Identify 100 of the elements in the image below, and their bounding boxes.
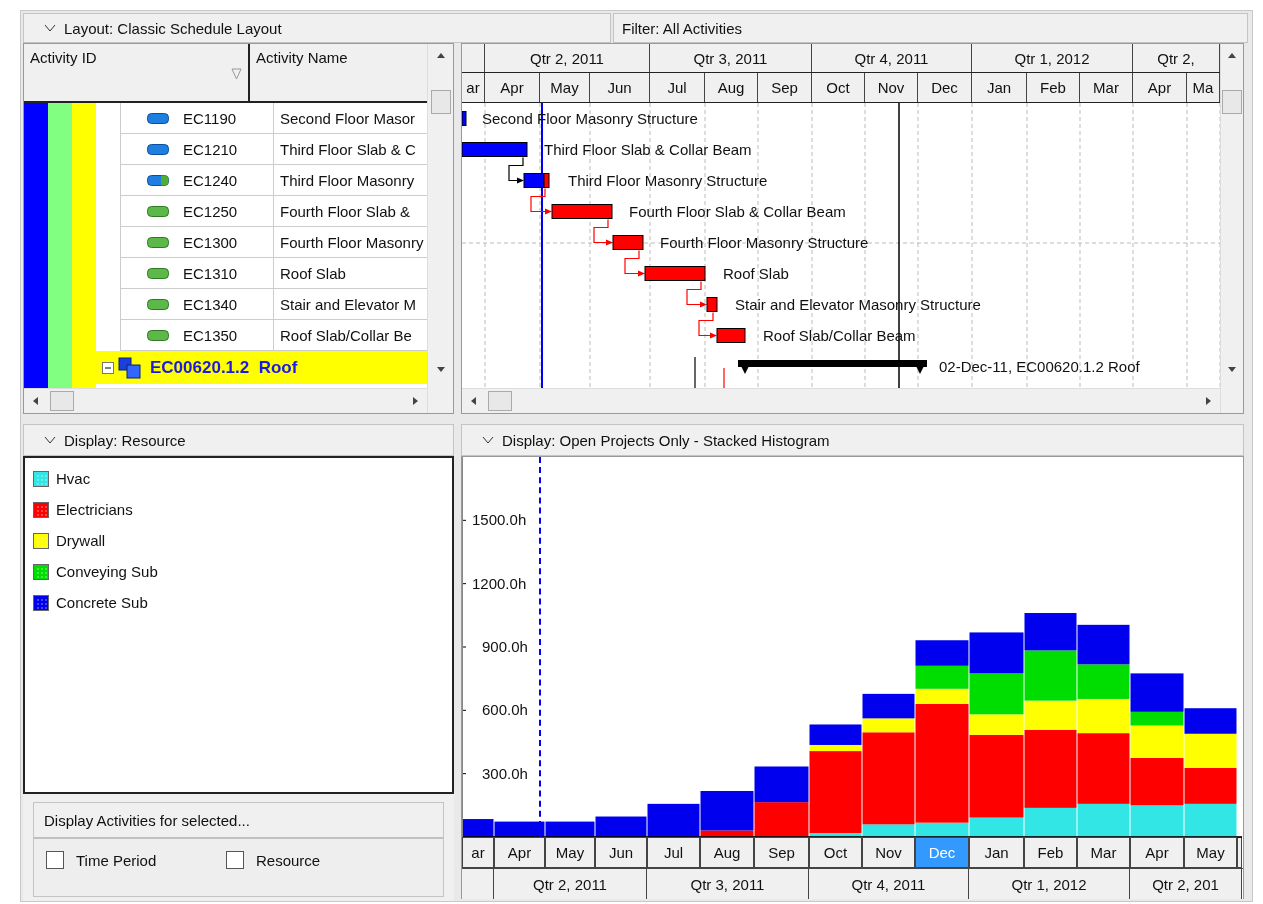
- activity-id-cell[interactable]: EC1210: [120, 134, 274, 164]
- month-label: Apr: [1145, 844, 1169, 861]
- timescale-month[interactable]: [809, 837, 862, 868]
- scroll-left-icon[interactable]: [32, 396, 40, 406]
- activity-name-cell-text: Fourth Floor Masonry: [279, 232, 425, 253]
- scroll-up-icon[interactable]: [1227, 52, 1237, 60]
- activity-id-cell[interactable]: EC1310: [120, 258, 274, 288]
- activity-bar[interactable]: [644, 266, 706, 281]
- activity-id-cell[interactable]: EC1350: [120, 320, 274, 350]
- timescale-month: Sep: [758, 73, 812, 102]
- dependency-line: [723, 367, 725, 388]
- timescale-month[interactable]: [1130, 837, 1184, 868]
- timescale-month[interactable]: [1077, 837, 1130, 868]
- stacked-squares-icon: [118, 356, 142, 379]
- timescale-month[interactable]: [595, 837, 647, 868]
- panel-header[interactable]: Display: Open Projects Only - Stacked Histogram: [461, 424, 1244, 456]
- activity-id-cell[interactable]: EC1340: [120, 289, 274, 319]
- horizontal-scrollbar[interactable]: [462, 388, 1220, 413]
- dependency-arrow: [508, 156, 524, 184]
- timescale-month[interactable]: [754, 837, 809, 868]
- timescale-month[interactable]: [700, 837, 754, 868]
- timescale-month: Ma: [1187, 73, 1220, 102]
- resource-name[interactable]: Conveying Sub: [56, 563, 158, 580]
- layout-header[interactable]: Layout: Classic Schedule Layout: [23, 13, 611, 43]
- timescale-month[interactable]: [647, 837, 700, 868]
- dependency-arrow: [698, 311, 717, 339]
- timescale-month: Dec: [918, 73, 972, 102]
- axis-tick-label: 1200.0h: [472, 574, 527, 592]
- timescale-month[interactable]: [862, 837, 915, 868]
- collapse-icon[interactable]: [102, 361, 114, 374]
- scroll-right-icon[interactable]: [411, 396, 419, 406]
- timescale-month[interactable]: [545, 837, 595, 868]
- panel-header[interactable]: Display: Resource: [23, 424, 454, 456]
- activity-bar[interactable]: [716, 328, 746, 343]
- timescale-month[interactable]: [462, 837, 494, 868]
- timescale-month: Apr: [485, 73, 540, 102]
- filter-label[interactable]: Filter: All Activities: [613, 13, 1248, 43]
- axis-tick: [462, 709, 467, 711]
- activity-bar[interactable]: [462, 111, 467, 126]
- checkbox[interactable]: [46, 851, 64, 869]
- scroll-down-icon[interactable]: [1227, 365, 1237, 373]
- axis-tick-label: 900.0h: [482, 638, 528, 655]
- vertical-scrollbar[interactable]: [427, 44, 453, 413]
- resource-name[interactable]: Hvac: [56, 470, 91, 487]
- dependency-arrow: [593, 218, 613, 246]
- activity-name-cell-text: Roof Slab: [279, 263, 347, 284]
- column-header[interactable]: Activity ID: [24, 44, 250, 101]
- scroll-right-icon[interactable]: [1204, 396, 1212, 406]
- timescale-quarter: Qtr 4, 2011: [809, 869, 969, 899]
- timescale-month: May: [540, 73, 590, 102]
- timescale-month: Aug: [705, 73, 758, 102]
- vertical-scrollbar[interactable]: [1220, 44, 1243, 413]
- resource-name[interactable]: Electricians: [56, 501, 133, 518]
- activity-bar[interactable]: [523, 173, 550, 188]
- activity-name-cell-text: Stair and Elevator M: [279, 294, 417, 315]
- summary-bar[interactable]: [738, 360, 927, 374]
- month-label: Feb: [1037, 844, 1064, 861]
- timescale-month[interactable]: [915, 837, 969, 868]
- column-header[interactable]: Activity Name: [250, 44, 427, 101]
- activity-id-cell[interactable]: EC1190: [120, 103, 274, 133]
- wbs-summary-row[interactable]: EC00620.1.2 Roof: [96, 351, 427, 384]
- timescale-month[interactable]: [969, 837, 1024, 868]
- activity-bar[interactable]: [612, 235, 644, 250]
- activity-bar[interactable]: [551, 204, 613, 219]
- activity-name-cell-text: Third Floor Masonry: [279, 170, 416, 191]
- timescale-month: Apr: [1133, 73, 1187, 102]
- activity-id-cell[interactable]: EC1250: [120, 196, 274, 226]
- bar-label: Roof Slab: [723, 264, 789, 282]
- timescale-month[interactable]: [494, 837, 545, 868]
- axis-tick-label: 600.0h: [482, 701, 528, 719]
- timescale-month[interactable]: [1024, 837, 1077, 868]
- scroll-up-icon[interactable]: [435, 52, 446, 60]
- dependency-arrow: [686, 280, 707, 308]
- scrollbar-thumb[interactable]: [1222, 90, 1242, 114]
- scroll-down-icon[interactable]: [435, 365, 446, 373]
- scroll-left-icon[interactable]: [470, 396, 478, 406]
- checkbox[interactable]: [226, 851, 244, 869]
- scrollbar-thumb[interactable]: [488, 391, 512, 411]
- timescale-month[interactable]: [1184, 837, 1237, 868]
- activity-id-cell[interactable]: EC1300: [120, 227, 274, 257]
- scrollbar-thumb[interactable]: [50, 391, 74, 411]
- resource-name[interactable]: Concrete Sub: [56, 594, 148, 611]
- panel-title: Display: Open Projects Only - Stacked Histogram: [502, 431, 830, 449]
- timescale-month: Jul: [650, 73, 705, 102]
- scrollbar-thumb[interactable]: [430, 90, 451, 114]
- timescale-month: Mar: [1080, 73, 1133, 102]
- month-label: Sep: [768, 844, 795, 861]
- axis-tick: [462, 646, 467, 648]
- horizontal-scrollbar[interactable]: [24, 388, 427, 413]
- bar-label: Third Floor Masonry Structure: [568, 171, 768, 189]
- timescale-quarter: Qtr 1, 2012: [969, 869, 1130, 899]
- timescale-month: Jun: [590, 73, 650, 102]
- column-title: Activity ID: [30, 49, 97, 66]
- checkbox-label: Resource: [256, 851, 321, 869]
- activity-id-cell[interactable]: EC1240: [120, 165, 274, 195]
- bar-label: 02-Dec-11, EC00620.1.2 Roof: [939, 357, 1140, 375]
- resource-name[interactable]: Drywall: [56, 532, 106, 549]
- activity-name-cell-text: Fourth Floor Slab &: [279, 201, 412, 222]
- timescale-month: Feb: [1027, 73, 1080, 102]
- month-label: Jun: [608, 844, 634, 861]
